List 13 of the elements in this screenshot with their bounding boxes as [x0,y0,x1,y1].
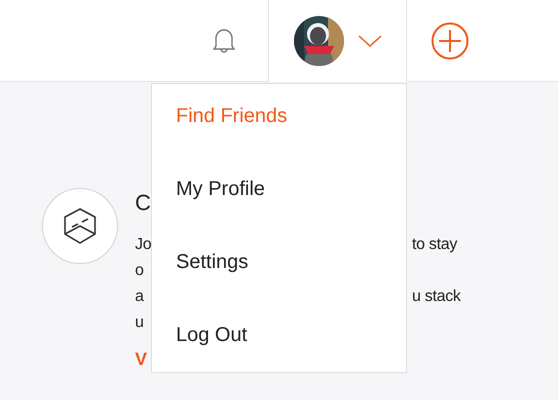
card-text: u stack [412,287,461,307]
card-title: C [135,189,151,217]
card-text: Jo [135,235,152,255]
menu-item[interactable]: Log Out [152,317,406,353]
menu-item[interactable]: Settings [152,244,406,280]
card-text: o [135,261,144,281]
card-text: a [135,287,144,307]
hexagon-icon [62,207,98,245]
card-text: u [135,313,144,333]
menu-item[interactable]: My Profile [152,171,406,207]
plus-icon [431,22,469,60]
caret-icon [358,34,382,48]
card-text: to stay [412,235,458,255]
